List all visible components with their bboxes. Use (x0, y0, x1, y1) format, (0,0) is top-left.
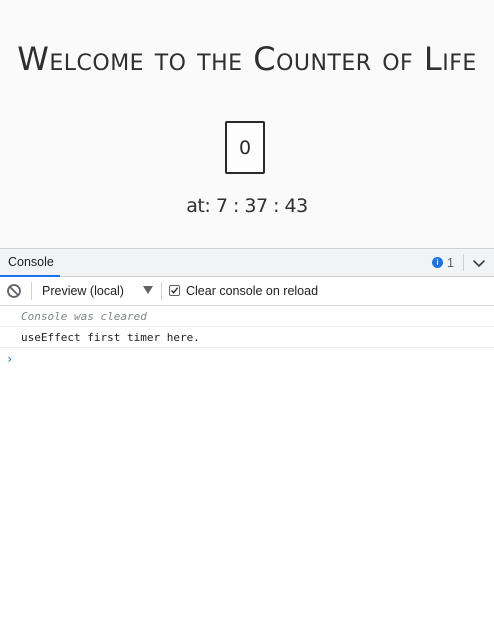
console-message: useEffect first timer here. (0, 327, 494, 348)
console-prompt[interactable]: › (0, 348, 494, 370)
context-selector-label: Preview (local) (42, 284, 124, 298)
info-icon: i (432, 257, 444, 268)
clear-console-icon[interactable] (6, 283, 22, 299)
counter-value: 0 (238, 136, 252, 159)
devtools-tabbar: Console i 1 (0, 249, 494, 277)
toolbar-divider (31, 282, 32, 300)
issues-counter[interactable]: i 1 (432, 249, 454, 276)
counter-display: 0 (225, 121, 265, 174)
page-title: Welcome to the Counter of Life (17, 40, 477, 78)
tab-console[interactable]: Console (0, 249, 62, 276)
checkmark-icon (171, 287, 179, 294)
clear-on-reload-checkbox[interactable] (169, 285, 180, 296)
prompt-chevron-icon: › (6, 352, 14, 366)
app-preview: Welcome to the Counter of Life 0 at: 7 :… (0, 0, 494, 248)
context-selector[interactable]: Preview (local) (42, 277, 124, 305)
devtools-panel: Console i 1 Preview (local) Clear consol… (0, 248, 494, 633)
chevron-down-icon[interactable] (471, 255, 487, 271)
console-message: Console was cleared (0, 306, 494, 327)
console-toolbar: Preview (local) Clear console on reload (0, 277, 494, 306)
time-display: at: 7 : 37 : 43 (186, 195, 308, 217)
toolbar-divider (161, 282, 162, 300)
dropdown-arrow-icon[interactable] (143, 285, 153, 295)
clear-on-reload-label[interactable]: Clear console on reload (186, 277, 318, 305)
issues-count: 1 (447, 255, 454, 270)
tab-console-label: Console (8, 255, 54, 269)
tabbar-divider (463, 254, 464, 271)
